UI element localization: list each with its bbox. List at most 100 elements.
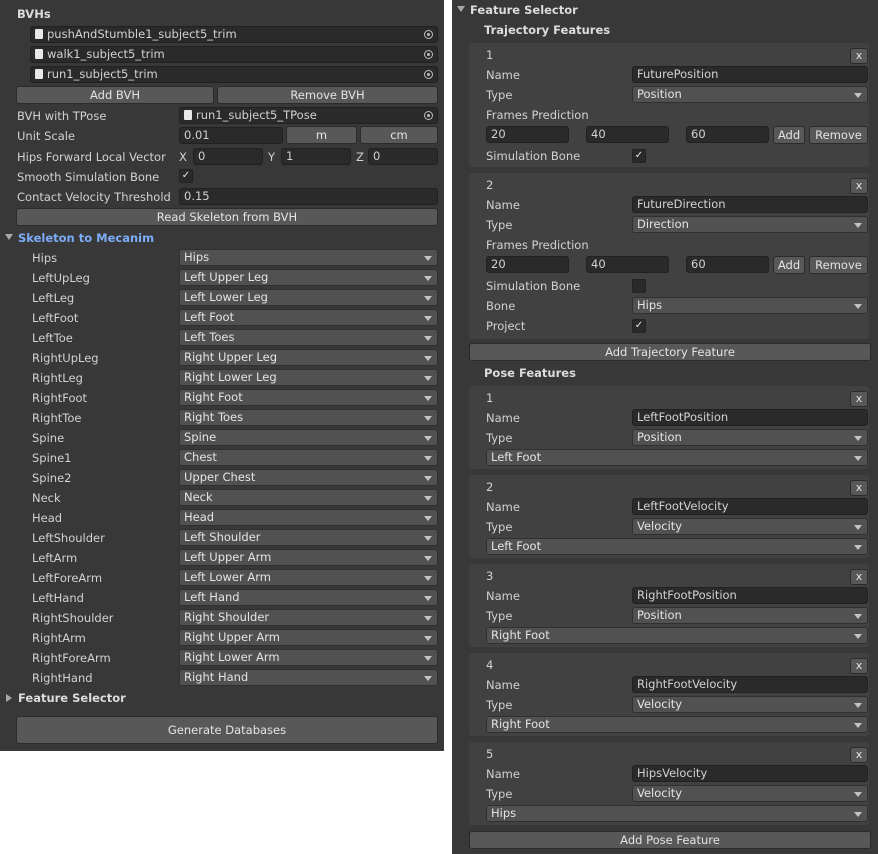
feature-name-input[interactable]: FuturePosition (632, 66, 868, 83)
mecanim-bone-dropdown[interactable]: Left Toes (179, 329, 438, 346)
remove-feature-button[interactable]: x (850, 391, 868, 407)
add-pose-feature-button[interactable]: Add Pose Feature (469, 831, 871, 849)
remove-feature-button[interactable]: x (850, 569, 868, 585)
feature-type-dropdown[interactable]: Position (632, 86, 868, 103)
bone-dropdown[interactable]: Hips (632, 297, 868, 314)
mecanim-bone-dropdown[interactable]: Right Shoulder (179, 609, 438, 626)
object-picker-icon[interactable] (424, 70, 433, 79)
collapse-arrow-icon[interactable] (6, 694, 12, 702)
unit-cm-button[interactable]: cm (360, 126, 438, 144)
read-skeleton-button[interactable]: Read Skeleton from BVH (16, 208, 438, 226)
feature-type-dropdown[interactable]: Position (632, 429, 868, 446)
contact-threshold-input[interactable]: 0.15 (179, 188, 438, 205)
frame-input[interactable]: 40 (586, 256, 669, 273)
mecanim-bone-dropdown[interactable]: Left Hand (179, 589, 438, 606)
file-icon (184, 110, 192, 120)
feature-index: 1 (486, 48, 494, 62)
generate-databases-button[interactable]: Generate Databases (16, 716, 438, 744)
mecanim-bone-dropdown[interactable]: Right Lower Arm (179, 649, 438, 666)
mecanim-bone-dropdown[interactable]: Right Toes (179, 409, 438, 426)
object-picker-icon[interactable] (424, 50, 433, 59)
pose-bone-dropdown[interactable]: Right Foot (486, 716, 868, 733)
mecanim-bone-dropdown[interactable]: Right Upper Leg (179, 349, 438, 366)
mecanim-bone-dropdown[interactable]: Upper Chest (179, 469, 438, 486)
bvh-file-field[interactable]: run1_subject5_trim (30, 66, 438, 83)
mecanim-bone-dropdown[interactable]: Spine (179, 429, 438, 446)
frame-input[interactable]: 40 (586, 126, 669, 143)
feature-selector-collapsed-header[interactable]: Feature Selector (18, 690, 126, 706)
feature-name-input[interactable]: LeftFootPosition (632, 409, 868, 426)
mecanim-bone-dropdown[interactable]: Left Lower Leg (179, 289, 438, 306)
remove-feature-button[interactable]: x (850, 178, 868, 194)
bvh-tpose-field[interactable]: run1_subject5_TPose (179, 107, 438, 124)
add-trajectory-feature-button[interactable]: Add Trajectory Feature (469, 343, 871, 361)
skeleton-to-mecanim-header[interactable]: Skeleton to Mecanim (18, 230, 154, 246)
feature-name-input[interactable]: HipsVelocity (632, 765, 868, 782)
frame-input[interactable]: 60 (686, 126, 769, 143)
mecanim-bone-dropdown[interactable]: Neck (179, 489, 438, 506)
unit-scale-input[interactable]: 0.01 (179, 127, 283, 144)
smooth-simulation-checkbox[interactable]: ✓ (179, 169, 193, 183)
hips-z-input[interactable]: 0 (368, 148, 438, 165)
feature-type-dropdown[interactable]: Velocity (632, 696, 868, 713)
feature-name-input[interactable]: LeftFootVelocity (632, 498, 868, 515)
expand-arrow-icon[interactable] (457, 6, 465, 12)
remove-frame-button[interactable]: Remove (809, 256, 868, 274)
feature-name-input[interactable]: RightFootVelocity (632, 676, 868, 693)
object-picker-icon[interactable] (424, 111, 433, 120)
feature-name-input[interactable]: RightFootPosition (632, 587, 868, 604)
remove-bvh-button[interactable]: Remove BVH (217, 86, 438, 104)
bvh-file-field[interactable]: walk1_subject5_trim (30, 46, 438, 63)
unit-m-button[interactable]: m (286, 126, 357, 144)
feature-index: 4 (486, 658, 494, 672)
mecanim-bone-value: Left Upper Arm (184, 550, 272, 564)
name-label: Name (486, 589, 520, 603)
mecanim-bone-dropdown[interactable]: Head (179, 509, 438, 526)
mecanim-bone-value: Right Upper Arm (184, 630, 281, 644)
feature-type-dropdown[interactable]: Direction (632, 216, 868, 233)
mecanim-bone-dropdown[interactable]: Right Hand (179, 669, 438, 686)
chevron-down-icon (424, 476, 432, 481)
pose-bone-dropdown[interactable]: Left Foot (486, 538, 868, 555)
expand-arrow-icon[interactable] (5, 234, 13, 240)
simulation-bone-checkbox[interactable] (632, 279, 646, 293)
remove-frame-button[interactable]: Remove (809, 126, 868, 144)
mecanim-bone-dropdown[interactable]: Left Lower Arm (179, 569, 438, 586)
feature-selector-header[interactable]: Feature Selector (470, 2, 578, 18)
simulation-bone-checkbox[interactable]: ✓ (632, 149, 646, 163)
pose-bone-dropdown[interactable]: Left Foot (486, 449, 868, 466)
add-bvh-button[interactable]: Add BVH (16, 86, 214, 104)
frame-input[interactable]: 20 (486, 256, 569, 273)
frame-input[interactable]: 60 (686, 256, 769, 273)
mecanim-bone-dropdown[interactable]: Left Foot (179, 309, 438, 326)
mecanim-bone-dropdown[interactable]: Right Foot (179, 389, 438, 406)
hips-y-input[interactable]: 1 (281, 148, 351, 165)
feature-name-input[interactable]: FutureDirection (632, 196, 868, 213)
bvh-file-field[interactable]: pushAndStumble1_subject5_trim (30, 26, 438, 43)
feature-type-dropdown[interactable]: Velocity (632, 518, 868, 535)
mecanim-bone-dropdown[interactable]: Hips (179, 249, 438, 266)
mecanim-bone-dropdown[interactable]: Left Upper Arm (179, 549, 438, 566)
add-frame-button[interactable]: Add (773, 256, 805, 274)
project-checkbox[interactable]: ✓ (632, 319, 646, 333)
mecanim-bone-dropdown[interactable]: Right Lower Leg (179, 369, 438, 386)
mecanim-bone-dropdown[interactable]: Chest (179, 449, 438, 466)
frame-input[interactable]: 20 (486, 126, 569, 143)
mecanim-bone-dropdown[interactable]: Left Shoulder (179, 529, 438, 546)
remove-feature-button[interactable]: x (850, 480, 868, 496)
pose-bone-dropdown[interactable]: Hips (486, 805, 868, 822)
mecanim-bone-dropdown[interactable]: Left Upper Leg (179, 269, 438, 286)
bone-name-label: RightToe (32, 411, 82, 425)
object-picker-icon[interactable] (424, 30, 433, 39)
remove-feature-button[interactable]: x (850, 658, 868, 674)
pose-bone-dropdown[interactable]: Right Foot (486, 627, 868, 644)
add-frame-button[interactable]: Add (773, 126, 805, 144)
bone-name-label: LeftToe (32, 331, 73, 345)
project-label: Project (486, 319, 526, 333)
remove-feature-button[interactable]: x (850, 48, 868, 64)
remove-feature-button[interactable]: x (850, 747, 868, 763)
hips-x-input[interactable]: 0 (193, 148, 263, 165)
feature-type-dropdown[interactable]: Position (632, 607, 868, 624)
feature-type-dropdown[interactable]: Velocity (632, 785, 868, 802)
mecanim-bone-dropdown[interactable]: Right Upper Arm (179, 629, 438, 646)
